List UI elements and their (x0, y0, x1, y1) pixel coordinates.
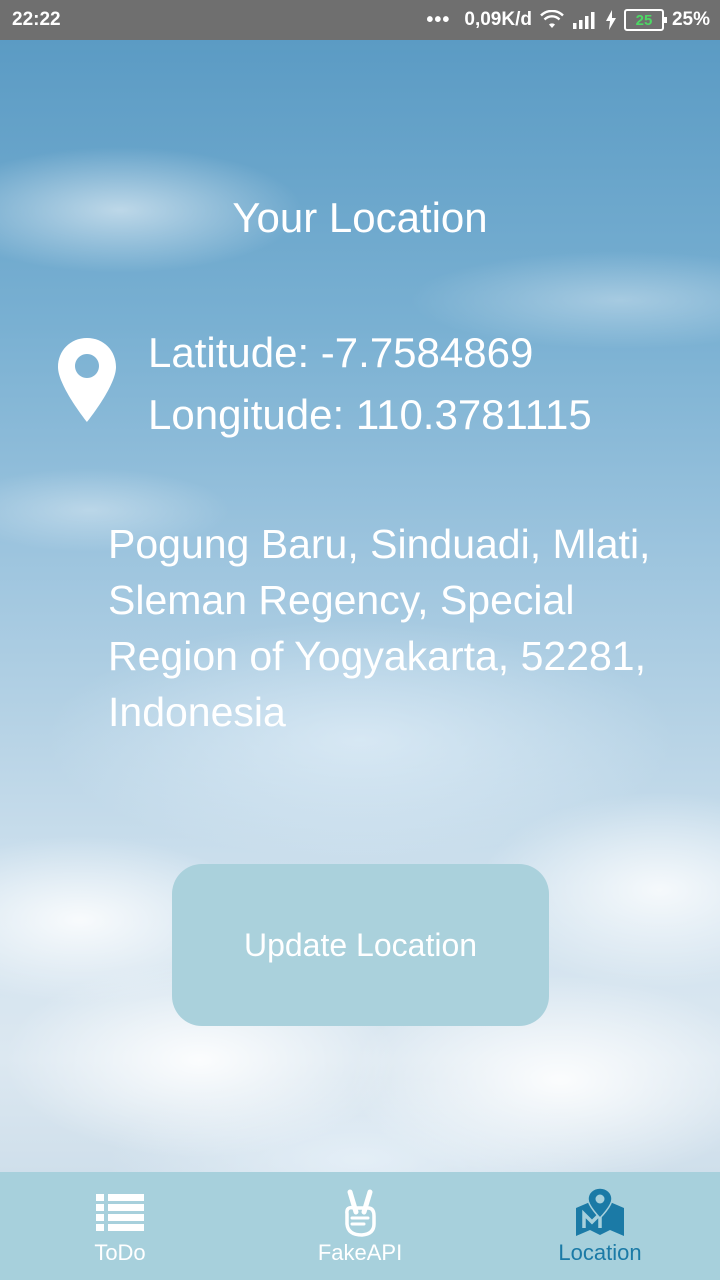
page-title: Your Location (232, 194, 488, 241)
nav-item-fakeapi[interactable]: FakeAPI (240, 1172, 480, 1280)
nav-item-location[interactable]: Location (480, 1172, 720, 1280)
status-bar: 22:22 ••• 0,09K/d 25 25% (0, 0, 720, 40)
charging-icon (605, 10, 616, 30)
map-location-icon (576, 1188, 624, 1236)
wifi-icon (540, 10, 564, 28)
battery-icon: 25 (623, 9, 667, 31)
battery-percent: 25% (671, 9, 710, 30)
network-speed: 0,09K/d (464, 9, 532, 30)
signal-icon (572, 12, 595, 29)
more-dots-icon: ••• (426, 8, 451, 31)
address-text: Pogung Baru, Sinduadi, Mlati, Sleman Reg… (108, 521, 651, 735)
latitude-text: Latitude: -7.7584869 (148, 329, 534, 376)
nav-label-fakeapi: FakeAPI (317, 1240, 403, 1265)
nav-item-todo[interactable]: ToDo (0, 1172, 240, 1280)
nav-label-location: Location (558, 1240, 642, 1265)
location-pin-icon (58, 338, 116, 422)
update-location-button[interactable]: Update Location (172, 864, 549, 1026)
nav-label-todo: ToDo (94, 1240, 146, 1265)
list-icon (96, 1194, 144, 1231)
coordinates: Latitude: -7.7584869 Longitude: 110.3781… (148, 322, 592, 446)
peace-hand-icon (345, 1189, 376, 1237)
status-time: 22:22 (12, 9, 61, 30)
bottom-navigation: ToDo FakeAPI Location (0, 1172, 720, 1280)
status-icons: ••• 0,09K/d 25 25% (426, 9, 710, 32)
longitude-text: Longitude: 110.3781115 (148, 391, 592, 438)
